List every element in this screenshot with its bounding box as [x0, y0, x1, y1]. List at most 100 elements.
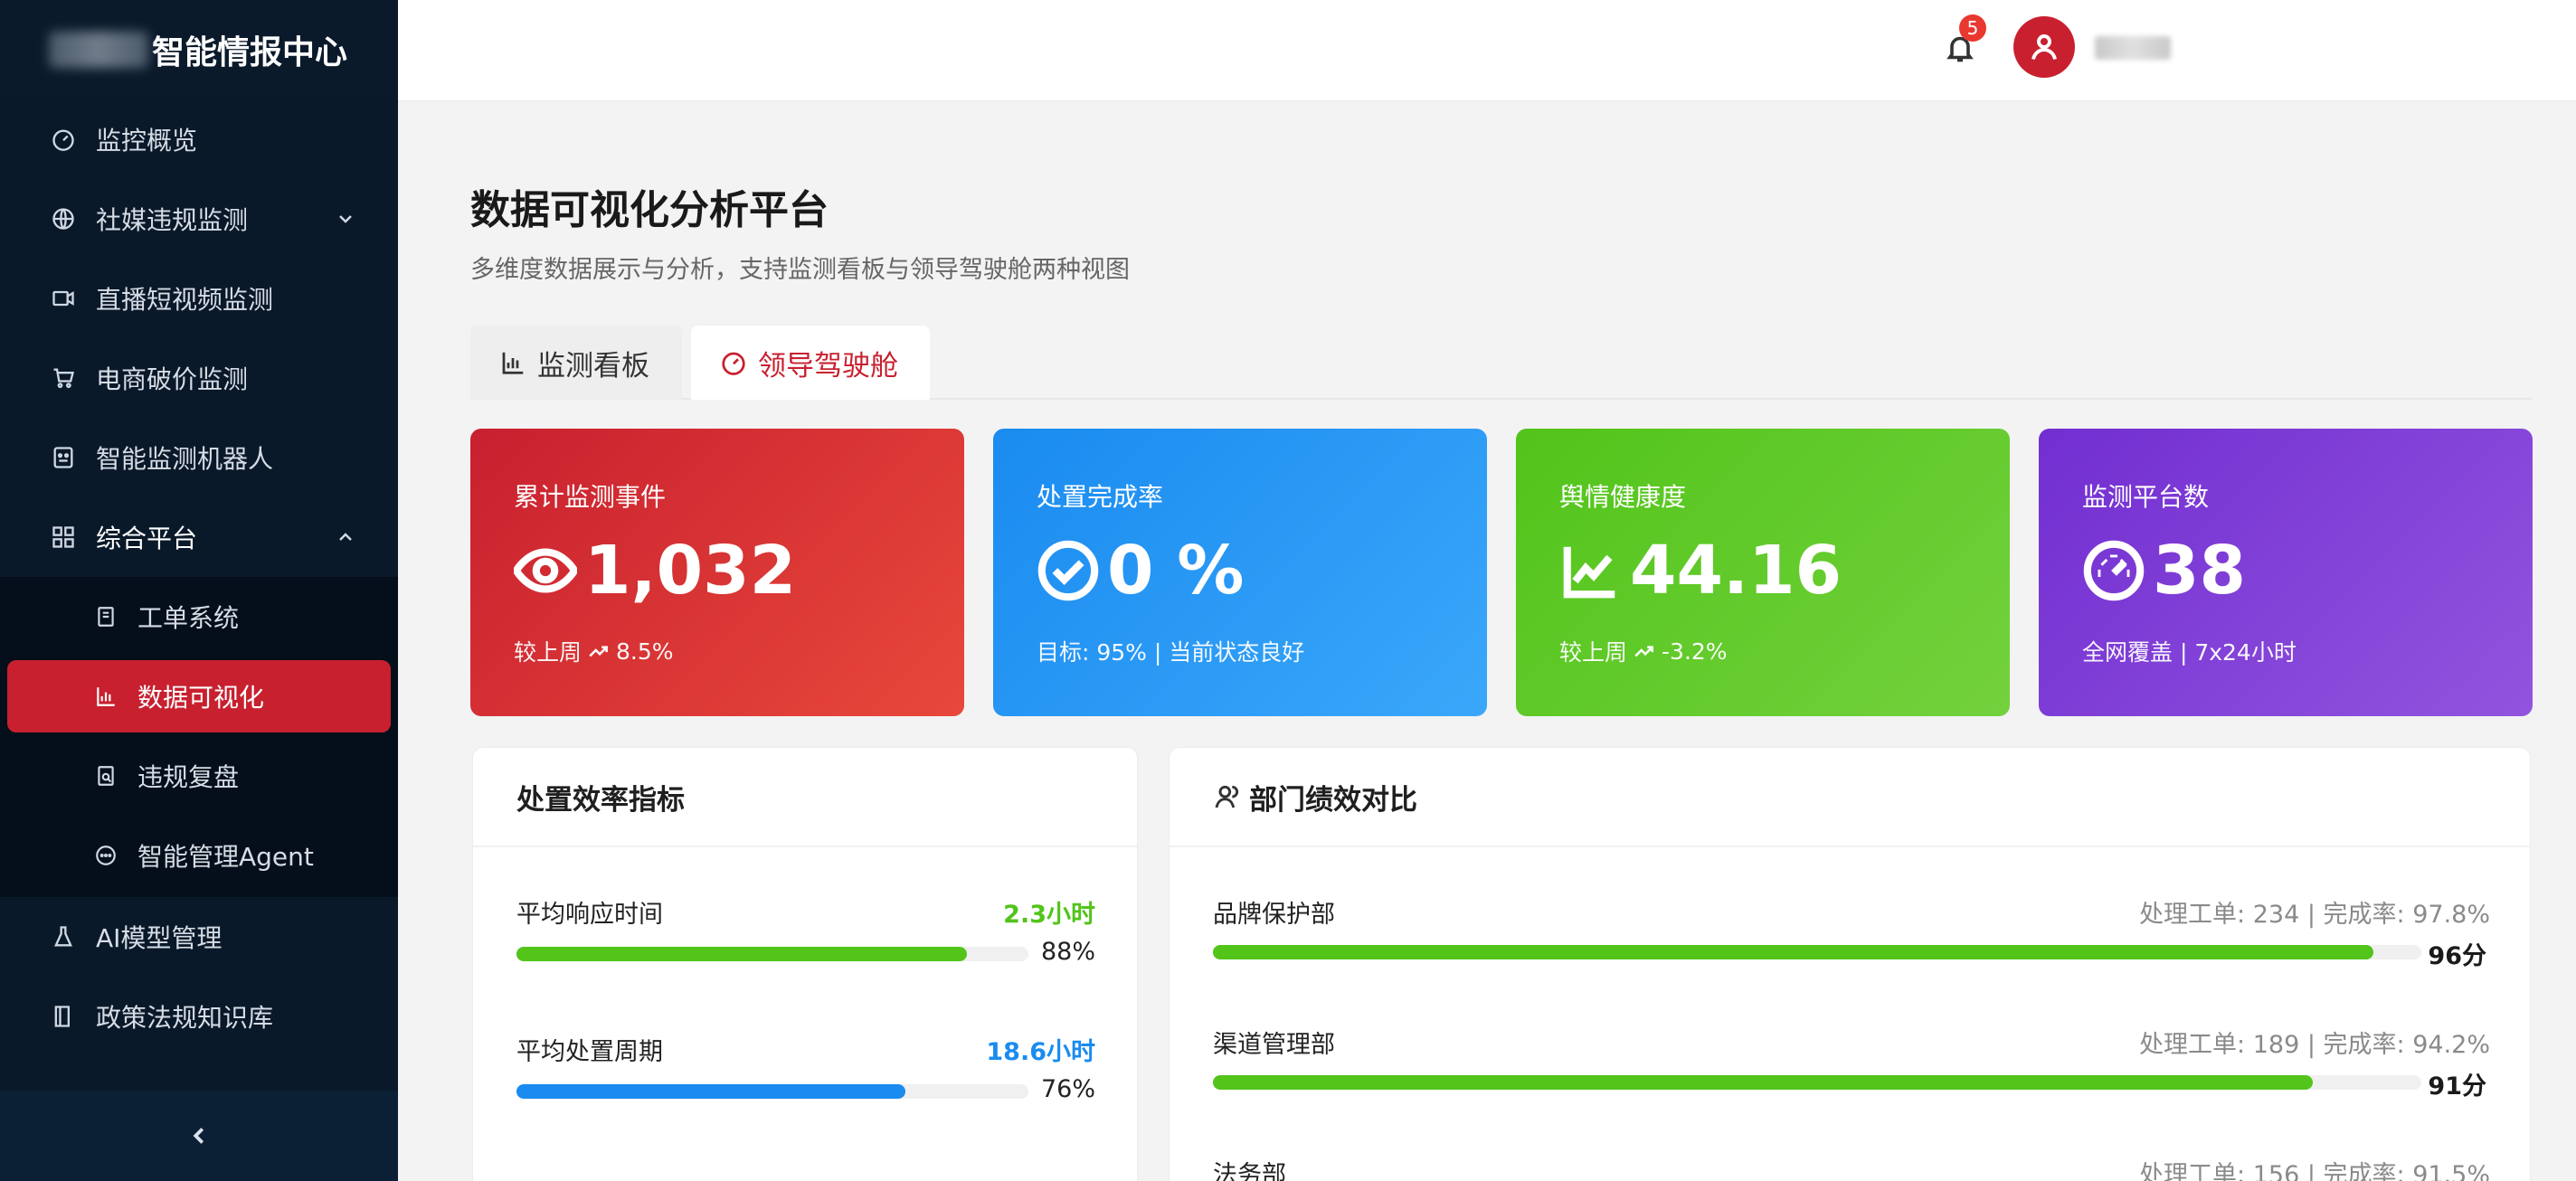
card-title: 部门绩效对比 — [1249, 783, 1417, 817]
stat-card-sentiment-health: 舆情健康度 44.16 较上周 -3.2% — [1516, 429, 2010, 716]
progress-bar — [516, 1084, 1028, 1099]
sidebar-subitem-label: 违规复盘 — [137, 762, 240, 792]
sidebar-item-overview[interactable]: 监控概览 — [0, 99, 398, 179]
stat-label: 累计监测事件 — [514, 482, 667, 512]
line-chart-icon — [1563, 546, 1615, 599]
sidebar-item-label: 监控概览 — [96, 126, 198, 156]
progress-fill — [516, 947, 968, 961]
department-info: 处理工单: 156 | 完成率: 91.5% — [2139, 1161, 2490, 1181]
stat-label: 处置完成率 — [1037, 482, 1164, 512]
department-row: 法务部 处理工单: 156 | 完成率: 91.5% — [1213, 1155, 2490, 1181]
stat-value: 38 — [2153, 532, 2246, 609]
metric-value: 18.6小时 — [986, 1038, 1095, 1066]
department-score: 96分 — [2428, 942, 2486, 970]
grid-icon — [49, 523, 78, 552]
dashboard-icon — [722, 352, 745, 375]
progress-fill — [1213, 1075, 2313, 1090]
sidebar-item-robot[interactable]: 智能监测机器人 — [0, 418, 398, 497]
review-icon — [92, 762, 119, 789]
sidebar-subitem-label: 工单系统 — [137, 603, 240, 633]
department-info: 处理工单: 234 | 完成率: 97.8% — [2139, 901, 2490, 929]
stat-value: 0 % — [1107, 532, 1245, 609]
department-row: 渠道管理部 处理工单: 189 | 完成率: 94.2% 91分 — [1213, 1025, 2490, 1101]
chat-icon — [92, 842, 119, 869]
bar-chart-icon — [502, 352, 524, 374]
stat-value: 44.16 — [1630, 532, 1842, 609]
brand-logo-redacted — [49, 32, 148, 68]
progress-bar — [1213, 945, 2421, 959]
department-info: 处理工单: 189 | 完成率: 94.2% — [2139, 1031, 2490, 1059]
sidebar-item-ai-models[interactable]: AI模型管理 — [0, 897, 398, 977]
robot-icon — [49, 443, 78, 472]
flask-icon — [49, 922, 78, 951]
progress-fill — [1213, 945, 2373, 959]
eye-icon — [514, 548, 577, 593]
speedometer-icon — [2083, 540, 2145, 601]
brand-title: 智能情报中心 — [152, 34, 348, 71]
stat-card-total-events: 累计监测事件 1,032 较上周 8.5% — [470, 429, 964, 716]
ticket-icon — [92, 603, 119, 630]
progress-fill — [516, 1084, 906, 1099]
efficiency-card: 处置效率指标 平均响应时间 2.3小时 88% 平均处置周期 18.6小时 76… — [472, 747, 1138, 1181]
username-redacted[interactable] — [2095, 36, 2171, 60]
sidebar-subitem-tickets[interactable]: 工单系统 — [0, 577, 398, 657]
sidebar: 智能情报中心 监控概览 社媒违规监测 直播短视频监测 电商破价监测 智能监测机器… — [0, 0, 398, 1181]
brand: 智能情报中心 — [0, 0, 398, 99]
stat-label: 舆情健康度 — [1559, 482, 1687, 512]
cart-icon — [49, 364, 78, 392]
stat-label: 监测平台数 — [2082, 482, 2210, 512]
tab-monitoring-board[interactable]: 监测看板 — [470, 326, 682, 400]
sidebar-item-social-media[interactable]: 社媒违规监测 — [0, 179, 398, 259]
sidebar-subitem-label: 智能管理Agent — [137, 842, 314, 872]
progress-bar — [516, 947, 1028, 961]
stat-foot-value: 8.5% — [616, 638, 674, 665]
users-icon — [1215, 785, 1239, 808]
stat-card-completion-rate: 处置完成率 0 % 目标: 95% | 当前状态良好 — [993, 429, 1487, 716]
stat-foot-text: 目标: 95% | 当前状态良好 — [1037, 639, 1305, 666]
view-tabs: 监测看板 领导驾驶舱 — [470, 326, 2533, 400]
stat-foot-prefix: 较上周 — [1559, 639, 1628, 666]
sidebar-item-policy-library[interactable]: 政策法规知识库 — [0, 977, 398, 1056]
card-title: 处置效率指标 — [473, 748, 1137, 847]
stat-foot-prefix: 较上周 — [514, 639, 582, 666]
department-score: 91分 — [2428, 1072, 2486, 1101]
trend-icon — [1634, 646, 1653, 657]
sidebar-subitem-agent[interactable]: 智能管理Agent — [0, 816, 398, 895]
sidebar-subitem-label: 数据可视化 — [137, 683, 265, 713]
sidebar-item-label: 直播短视频监测 — [96, 285, 274, 315]
metric-handling-cycle: 平均处置周期 18.6小时 76% — [516, 1032, 1095, 1103]
video-icon — [49, 284, 78, 313]
sidebar-item-label: 政策法规知识库 — [96, 1003, 274, 1033]
sidebar-item-live-video[interactable]: 直播短视频监测 — [0, 259, 398, 338]
sidebar-menu: 监控概览 社媒违规监测 直播短视频监测 电商破价监测 智能监测机器人 综合平台 — [0, 99, 398, 1056]
page-subtitle: 多维度数据展示与分析，支持监测看板与领导驾驶舱两种视图 — [470, 256, 1130, 284]
sidebar-subitem-data-visualization[interactable]: 数据可视化 — [7, 660, 391, 732]
sidebar-item-ecommerce[interactable]: 电商破价监测 — [0, 338, 398, 418]
globe-icon — [49, 204, 78, 233]
book-icon — [49, 1002, 78, 1031]
department-row: 品牌保护部 处理工单: 234 | 完成率: 97.8% 96分 — [1213, 894, 2490, 970]
tab-leader-cockpit[interactable]: 领导驾驶舱 — [691, 326, 930, 400]
chevron-up-icon — [335, 524, 360, 550]
sidebar-submenu: 工单系统 数据可视化 违规复盘 智能管理Agent — [0, 577, 398, 897]
tab-label: 监测看板 — [537, 349, 649, 383]
metric-response-time: 平均响应时间 2.3小时 88% — [516, 894, 1095, 966]
notification-badge: 5 — [1959, 14, 1986, 42]
department-performance-card: 部门绩效对比 品牌保护部 处理工单: 234 | 完成率: 97.8% 96分 … — [1169, 747, 2531, 1181]
stat-foot-value: -3.2% — [1662, 638, 1728, 665]
sidebar-item-label: 电商破价监测 — [96, 364, 249, 394]
page-title: 数据可视化分析平台 — [470, 187, 829, 233]
metric-percent: 88% — [1040, 938, 1095, 966]
user-avatar[interactable] — [2013, 16, 2075, 78]
user-icon — [2031, 34, 2057, 61]
bar-chart-icon — [92, 683, 119, 710]
sidebar-item-label: 社媒违规监测 — [96, 205, 249, 235]
chevron-down-icon — [335, 206, 360, 231]
sidebar-subitem-violation-review[interactable]: 违规复盘 — [0, 736, 398, 816]
stat-foot-text: 全网覆盖 | 7x24小时 — [2082, 639, 2297, 666]
sidebar-item-label: 智能监测机器人 — [96, 444, 274, 474]
sidebar-collapse-button[interactable] — [0, 1091, 398, 1181]
stat-value: 1,032 — [584, 532, 797, 609]
metric-percent: 76% — [1040, 1075, 1095, 1103]
sidebar-item-integrated-platform[interactable]: 综合平台 — [0, 497, 398, 577]
